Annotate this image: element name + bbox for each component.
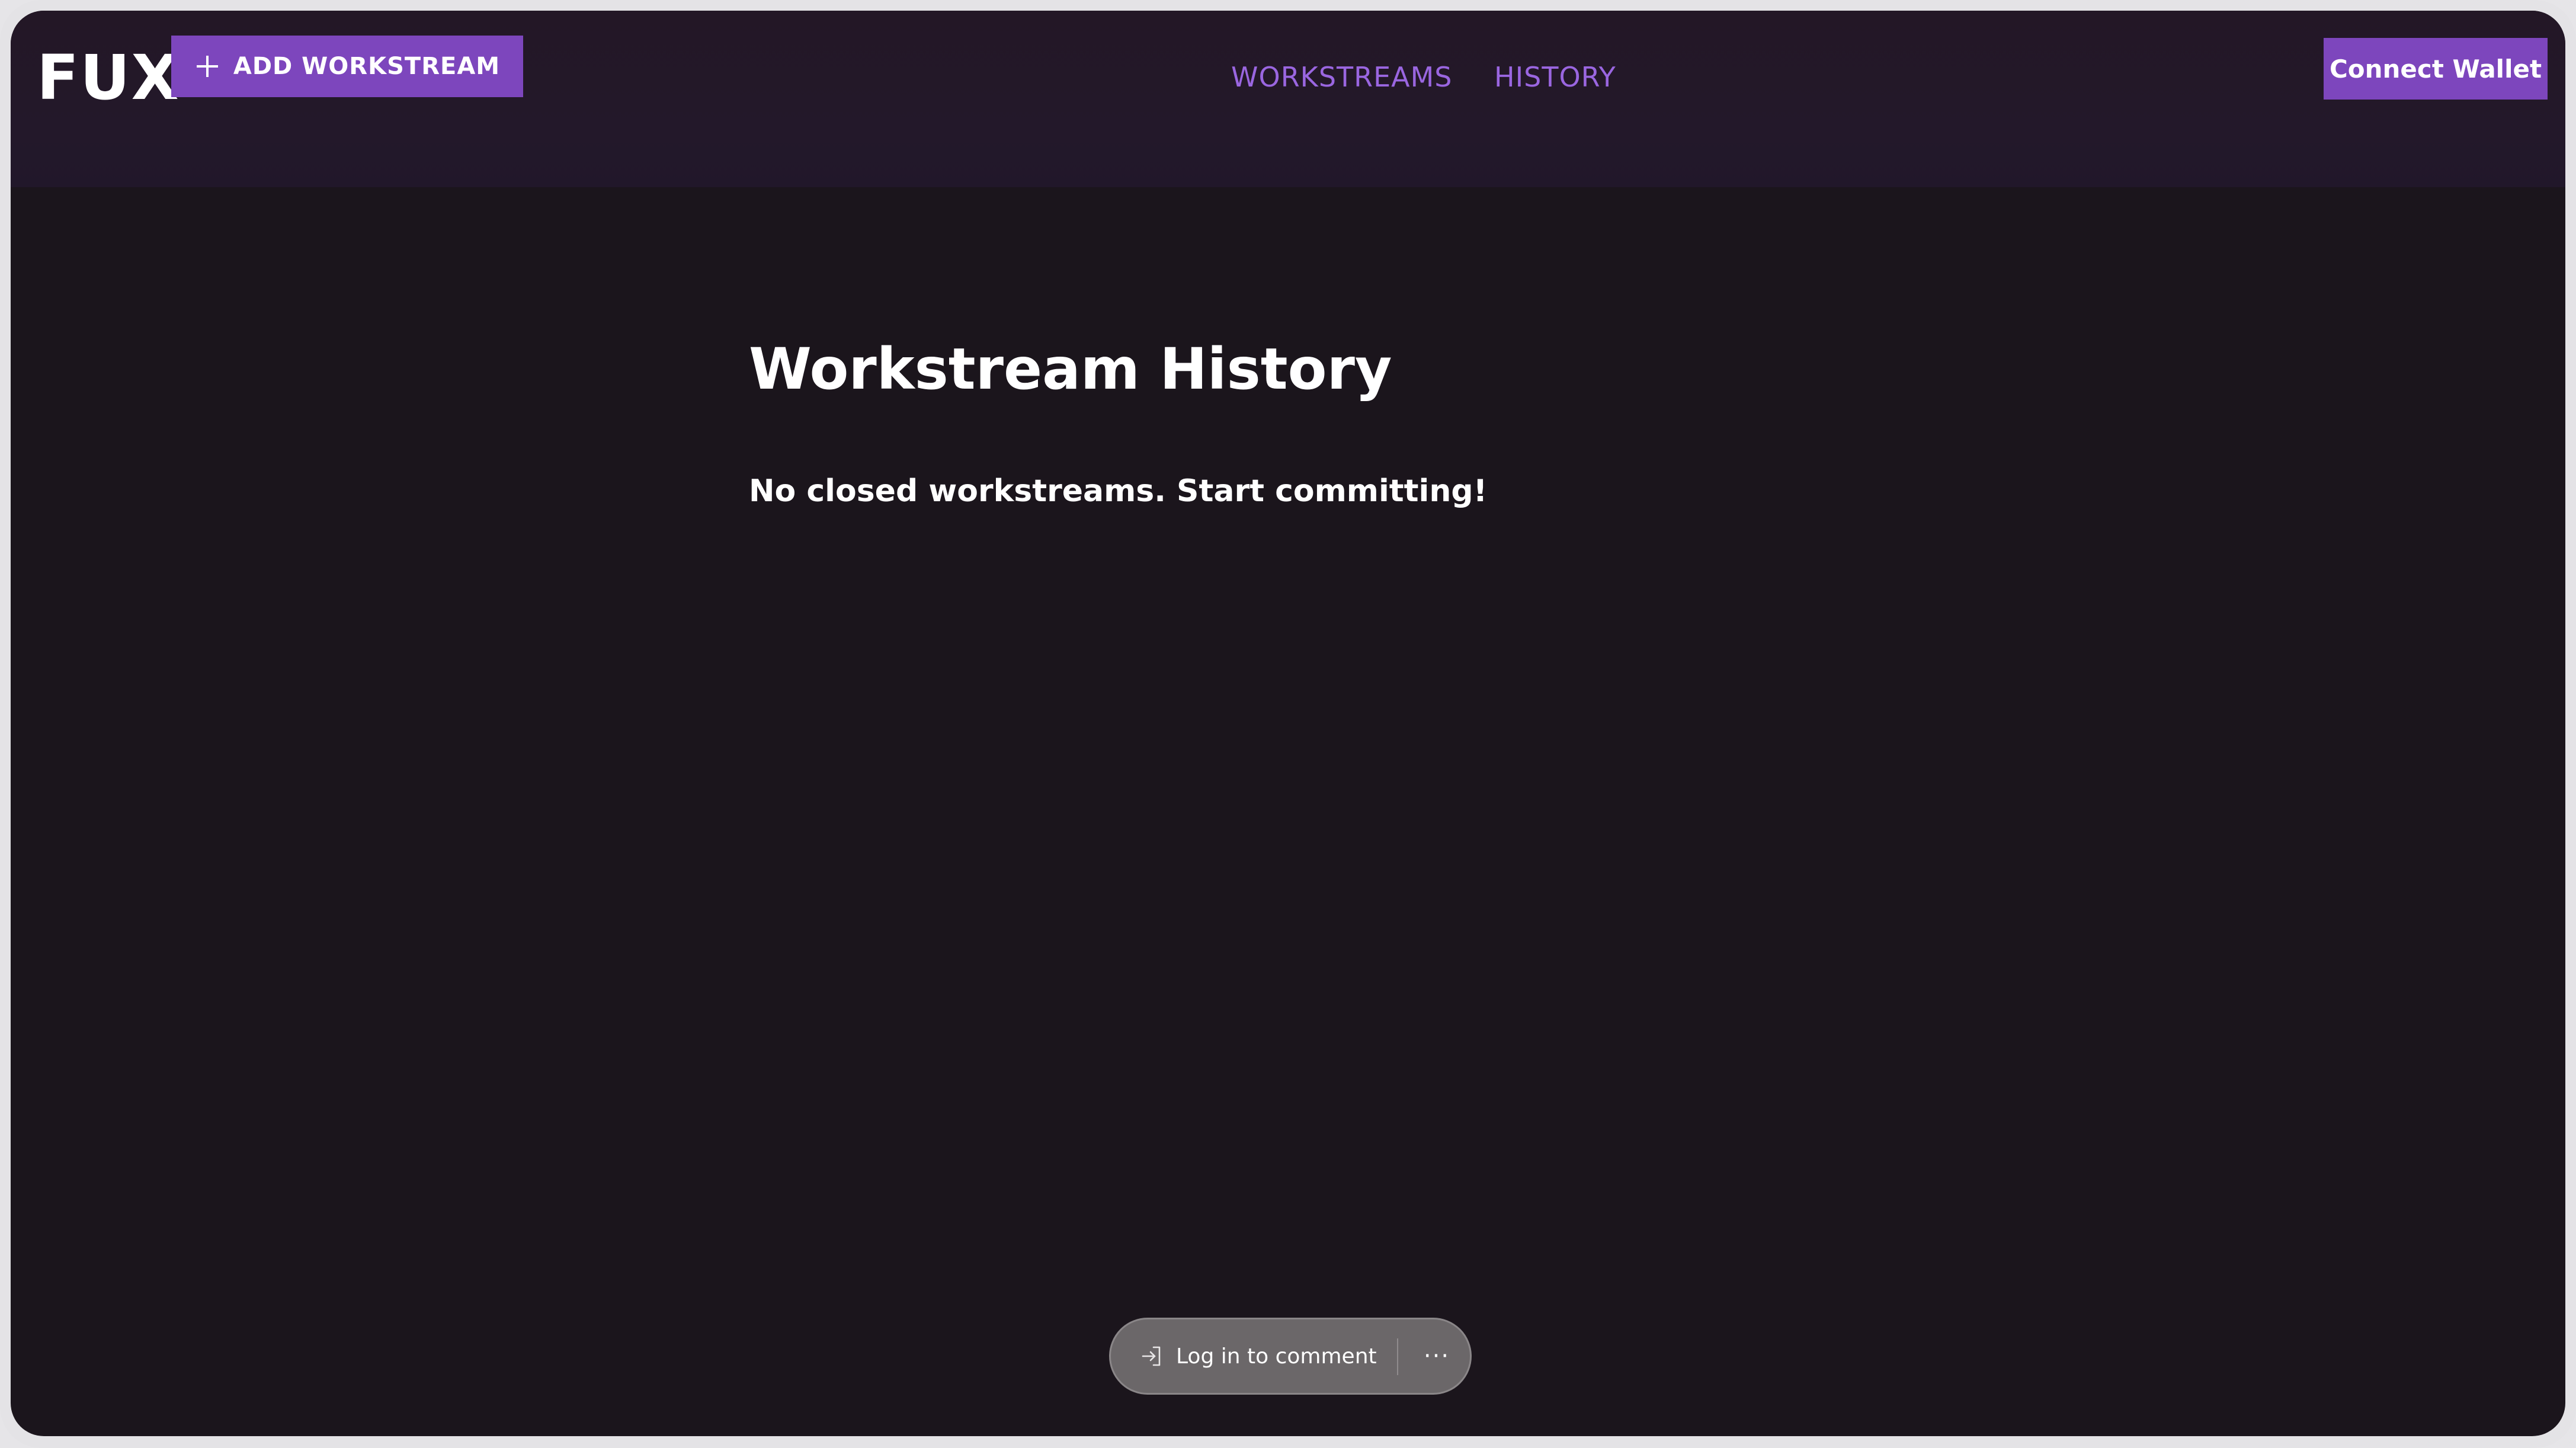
connect-wallet-button[interactable]: Connect Wallet (2324, 38, 2548, 100)
login-arrow-icon (1142, 1346, 1161, 1366)
comment-bar: Log in to comment ··· (1109, 1318, 1472, 1395)
top-header: FUX ADD WORKSTREAM WORKSTREAMS HISTORY C… (11, 11, 2565, 187)
main-content: Workstream History No closed workstreams… (749, 331, 1487, 509)
login-to-comment-button[interactable]: Log in to comment (1111, 1319, 1377, 1393)
nav-link-workstreams[interactable]: WORKSTREAMS (1231, 59, 1453, 95)
more-dots-icon: ··· (1423, 1343, 1450, 1370)
more-options-button[interactable]: ··· (1404, 1319, 1470, 1393)
empty-state-message: No closed workstreams. Start committing! (749, 473, 1488, 509)
login-to-comment-label: Log in to comment (1176, 1344, 1377, 1369)
app-window: FUX ADD WORKSTREAM WORKSTREAMS HISTORY C… (11, 11, 2565, 1436)
page-title: Workstream History (749, 336, 1392, 402)
nav-link-history[interactable]: HISTORY (1494, 59, 1616, 95)
device-frame: FUX ADD WORKSTREAM WORKSTREAMS HISTORY C… (0, 0, 2576, 1448)
main-nav: WORKSTREAMS HISTORY (11, 59, 2565, 95)
pill-divider (1397, 1338, 1398, 1375)
